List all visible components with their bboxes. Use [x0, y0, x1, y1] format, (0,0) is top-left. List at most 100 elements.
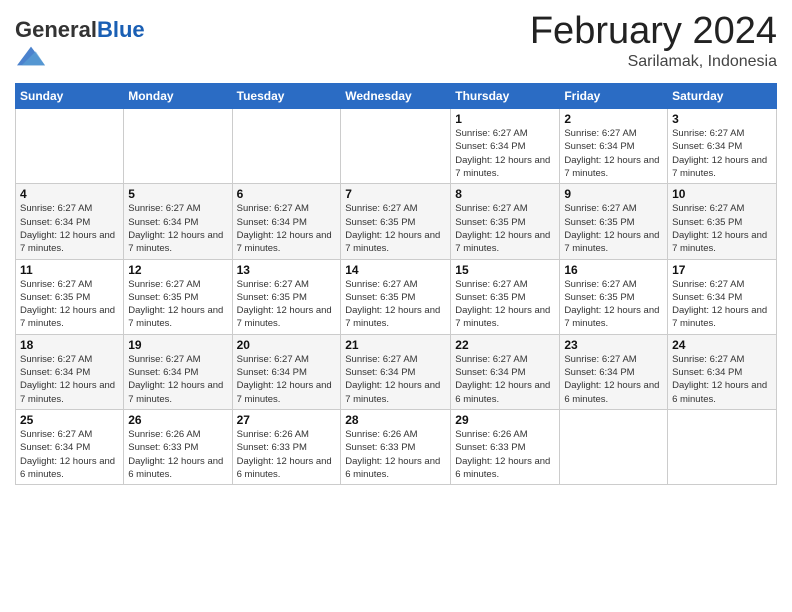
- day-number: 15: [455, 263, 555, 277]
- calendar-cell: 13Sunrise: 6:27 AM Sunset: 6:35 PM Dayli…: [232, 259, 341, 334]
- day-info: Sunrise: 6:27 AM Sunset: 6:34 PM Dayligh…: [672, 127, 772, 180]
- logo-icon: [17, 42, 45, 70]
- day-number: 8: [455, 187, 555, 201]
- logo: GeneralBlue: [15, 18, 145, 75]
- logo-general: General: [15, 17, 97, 42]
- calendar-cell: 25Sunrise: 6:27 AM Sunset: 6:34 PM Dayli…: [16, 409, 124, 484]
- calendar-cell: 14Sunrise: 6:27 AM Sunset: 6:35 PM Dayli…: [341, 259, 451, 334]
- day-number: 26: [128, 413, 227, 427]
- day-info: Sunrise: 6:26 AM Sunset: 6:33 PM Dayligh…: [345, 428, 446, 481]
- day-info: Sunrise: 6:27 AM Sunset: 6:35 PM Dayligh…: [455, 202, 555, 255]
- calendar-cell: 15Sunrise: 6:27 AM Sunset: 6:35 PM Dayli…: [451, 259, 560, 334]
- day-number: 20: [237, 338, 337, 352]
- calendar-cell: 9Sunrise: 6:27 AM Sunset: 6:35 PM Daylig…: [560, 184, 668, 259]
- day-info: Sunrise: 6:27 AM Sunset: 6:34 PM Dayligh…: [237, 353, 337, 406]
- day-info: Sunrise: 6:27 AM Sunset: 6:35 PM Dayligh…: [20, 278, 119, 331]
- day-info: Sunrise: 6:27 AM Sunset: 6:34 PM Dayligh…: [128, 353, 227, 406]
- calendar-cell: 3Sunrise: 6:27 AM Sunset: 6:34 PM Daylig…: [668, 109, 777, 184]
- day-info: Sunrise: 6:27 AM Sunset: 6:35 PM Dayligh…: [672, 202, 772, 255]
- day-number: 12: [128, 263, 227, 277]
- calendar-cell: 2Sunrise: 6:27 AM Sunset: 6:34 PM Daylig…: [560, 109, 668, 184]
- page-header: GeneralBlue February 2024 Sarilamak, Ind…: [15, 10, 777, 75]
- calendar-cell: 19Sunrise: 6:27 AM Sunset: 6:34 PM Dayli…: [124, 334, 232, 409]
- weekday-header-thursday: Thursday: [451, 84, 560, 109]
- day-number: 3: [672, 112, 772, 126]
- calendar-cell: 20Sunrise: 6:27 AM Sunset: 6:34 PM Dayli…: [232, 334, 341, 409]
- day-info: Sunrise: 6:27 AM Sunset: 6:34 PM Dayligh…: [672, 278, 772, 331]
- weekday-header-row: SundayMondayTuesdayWednesdayThursdayFrid…: [16, 84, 777, 109]
- title-block: February 2024 Sarilamak, Indonesia: [530, 10, 777, 71]
- calendar-cell: 10Sunrise: 6:27 AM Sunset: 6:35 PM Dayli…: [668, 184, 777, 259]
- calendar-cell: 7Sunrise: 6:27 AM Sunset: 6:35 PM Daylig…: [341, 184, 451, 259]
- day-info: Sunrise: 6:26 AM Sunset: 6:33 PM Dayligh…: [128, 428, 227, 481]
- day-info: Sunrise: 6:27 AM Sunset: 6:34 PM Dayligh…: [20, 353, 119, 406]
- day-number: 7: [345, 187, 446, 201]
- calendar-cell: 29Sunrise: 6:26 AM Sunset: 6:33 PM Dayli…: [451, 409, 560, 484]
- day-number: 17: [672, 263, 772, 277]
- calendar-cell: 22Sunrise: 6:27 AM Sunset: 6:34 PM Dayli…: [451, 334, 560, 409]
- day-number: 2: [564, 112, 663, 126]
- day-info: Sunrise: 6:27 AM Sunset: 6:35 PM Dayligh…: [237, 278, 337, 331]
- day-number: 29: [455, 413, 555, 427]
- calendar-cell: [232, 109, 341, 184]
- day-number: 23: [564, 338, 663, 352]
- day-info: Sunrise: 6:27 AM Sunset: 6:34 PM Dayligh…: [564, 127, 663, 180]
- calendar-cell: 28Sunrise: 6:26 AM Sunset: 6:33 PM Dayli…: [341, 409, 451, 484]
- weekday-header-wednesday: Wednesday: [341, 84, 451, 109]
- location-subtitle: Sarilamak, Indonesia: [530, 53, 777, 71]
- day-number: 11: [20, 263, 119, 277]
- day-number: 28: [345, 413, 446, 427]
- day-info: Sunrise: 6:26 AM Sunset: 6:33 PM Dayligh…: [455, 428, 555, 481]
- day-number: 14: [345, 263, 446, 277]
- calendar-week-row: 25Sunrise: 6:27 AM Sunset: 6:34 PM Dayli…: [16, 409, 777, 484]
- day-info: Sunrise: 6:27 AM Sunset: 6:34 PM Dayligh…: [345, 353, 446, 406]
- day-number: 1: [455, 112, 555, 126]
- day-number: 22: [455, 338, 555, 352]
- day-number: 4: [20, 187, 119, 201]
- day-info: Sunrise: 6:27 AM Sunset: 6:34 PM Dayligh…: [455, 353, 555, 406]
- calendar-cell: 21Sunrise: 6:27 AM Sunset: 6:34 PM Dayli…: [341, 334, 451, 409]
- weekday-header-friday: Friday: [560, 84, 668, 109]
- calendar-cell: 5Sunrise: 6:27 AM Sunset: 6:34 PM Daylig…: [124, 184, 232, 259]
- day-info: Sunrise: 6:27 AM Sunset: 6:34 PM Dayligh…: [564, 353, 663, 406]
- weekday-header-sunday: Sunday: [16, 84, 124, 109]
- calendar-cell: 8Sunrise: 6:27 AM Sunset: 6:35 PM Daylig…: [451, 184, 560, 259]
- calendar-table: SundayMondayTuesdayWednesdayThursdayFrid…: [15, 83, 777, 485]
- day-info: Sunrise: 6:27 AM Sunset: 6:35 PM Dayligh…: [345, 278, 446, 331]
- day-number: 19: [128, 338, 227, 352]
- day-number: 6: [237, 187, 337, 201]
- day-info: Sunrise: 6:27 AM Sunset: 6:34 PM Dayligh…: [20, 202, 119, 255]
- calendar-cell: 12Sunrise: 6:27 AM Sunset: 6:35 PM Dayli…: [124, 259, 232, 334]
- logo-blue: Blue: [97, 17, 145, 42]
- calendar-cell: 11Sunrise: 6:27 AM Sunset: 6:35 PM Dayli…: [16, 259, 124, 334]
- calendar-week-row: 18Sunrise: 6:27 AM Sunset: 6:34 PM Dayli…: [16, 334, 777, 409]
- day-number: 21: [345, 338, 446, 352]
- calendar-week-row: 1 Sunrise: 6:27 AM Sunset: 6:34 PM Daylig…: [16, 109, 777, 184]
- day-number: 5: [128, 187, 227, 201]
- day-number: 9: [564, 187, 663, 201]
- day-number: 13: [237, 263, 337, 277]
- calendar-cell: 1Sunrise: 6:27 AM Sunset: 6:34 PM Daylig…: [451, 109, 560, 184]
- day-info: Sunrise: 6:27 AM Sunset: 6:34 PM Dayligh…: [672, 353, 772, 406]
- day-info: Sunrise: 6:27 AM Sunset: 6:35 PM Dayligh…: [128, 278, 227, 331]
- calendar-cell: 26Sunrise: 6:26 AM Sunset: 6:33 PM Dayli…: [124, 409, 232, 484]
- calendar-cell: [16, 109, 124, 184]
- calendar-cell: 17Sunrise: 6:27 AM Sunset: 6:34 PM Dayli…: [668, 259, 777, 334]
- calendar-cell: [341, 109, 451, 184]
- calendar-cell: 4Sunrise: 6:27 AM Sunset: 6:34 PM Daylig…: [16, 184, 124, 259]
- day-info: Sunrise: 6:27 AM Sunset: 6:35 PM Dayligh…: [564, 278, 663, 331]
- day-number: 10: [672, 187, 772, 201]
- day-info: Sunrise: 6:27 AM Sunset: 6:34 PM Dayligh…: [128, 202, 227, 255]
- day-number: 16: [564, 263, 663, 277]
- day-info: Sunrise: 6:26 AM Sunset: 6:33 PM Dayligh…: [237, 428, 337, 481]
- calendar-cell: 18Sunrise: 6:27 AM Sunset: 6:34 PM Dayli…: [16, 334, 124, 409]
- day-info: Sunrise: 6:27 AM Sunset: 6:34 PM Dayligh…: [237, 202, 337, 255]
- calendar-cell: 16Sunrise: 6:27 AM Sunset: 6:35 PM Dayli…: [560, 259, 668, 334]
- calendar-cell: 23Sunrise: 6:27 AM Sunset: 6:34 PM Dayli…: [560, 334, 668, 409]
- weekday-header-saturday: Saturday: [668, 84, 777, 109]
- calendar-cell: 24Sunrise: 6:27 AM Sunset: 6:34 PM Dayli…: [668, 334, 777, 409]
- day-info: Sunrise: 6:27 AM Sunset: 6:34 PM Dayligh…: [20, 428, 119, 481]
- calendar-cell: 6Sunrise: 6:27 AM Sunset: 6:34 PM Daylig…: [232, 184, 341, 259]
- day-info: Sunrise: 6:27 AM Sunset: 6:35 PM Dayligh…: [345, 202, 446, 255]
- day-info: Sunrise: 6:27 AM Sunset: 6:35 PM Dayligh…: [455, 278, 555, 331]
